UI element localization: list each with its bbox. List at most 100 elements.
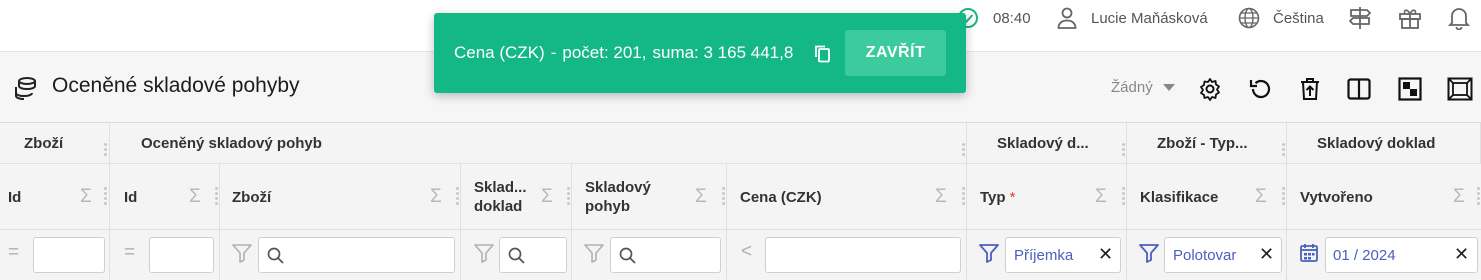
clock-time: 08:40 [993,9,1031,27]
column-resize-handle[interactable] [1282,187,1286,207]
settings-gear-icon[interactable] [1196,75,1224,103]
filter-input-id-zbozi[interactable] [33,237,105,273]
sum-icon[interactable]: Σ [1255,186,1267,208]
search-icon [508,247,525,269]
filter-cell-typ: Příjemka ✕ [967,230,1127,280]
group-header-skladovy-doklad-short: Skladový d... [967,123,1127,164]
filter-cell-klasifikace: Polotovar ✕ [1127,230,1287,280]
group-header-oceneny-pohyb: Oceněný skladový pohyb [110,123,967,164]
filter-cell-cena: < [727,230,967,280]
clear-filter-icon[interactable]: ✕ [1098,244,1113,265]
filter-funnel-icon[interactable] [474,243,494,269]
calendar-icon[interactable] [1300,243,1318,268]
bell-icon[interactable] [1448,0,1470,36]
filter-input-cena[interactable] [765,237,961,273]
filter-funnel-active-icon[interactable] [979,243,999,269]
group-resize-handle[interactable] [962,143,966,158]
filter-input-skladovy-pohyb[interactable] [610,237,721,273]
delete-icon[interactable] [1296,75,1324,103]
column-header-skladovy-doklad[interactable]: Sklad... doklad Σ [461,164,572,230]
sum-icon[interactable]: Σ [1095,186,1107,208]
signpost-icon[interactable] [1348,0,1372,36]
filter-input-zbozi[interactable] [258,237,455,273]
sum-icon[interactable]: Σ [80,186,92,208]
sum-icon[interactable]: Σ [430,186,442,208]
coins-icon [14,76,40,105]
filter-cell-vytvoreno: 01 / 2024 ✕ [1287,230,1481,280]
filter-value-klasifikace: Polotovar [1173,247,1237,264]
column-resize-handle[interactable] [104,187,108,207]
clear-filter-icon[interactable]: ✕ [1259,244,1274,265]
filter-value-typ: Příjemka [1014,247,1074,264]
caret-down-icon [1162,79,1175,96]
column-resize-handle[interactable] [456,187,460,207]
filter-input-klasifikace[interactable]: Polotovar ✕ [1164,237,1282,273]
gift-icon[interactable] [1398,0,1422,36]
sum-icon[interactable]: Σ [541,186,553,208]
filter-value-vytvoreno: 01 / 2024 [1333,247,1396,264]
toast-count: počet: 201, [562,43,647,62]
column-resize-handle[interactable] [1477,187,1481,207]
column-header-id-zbozi[interactable]: Id Σ [0,164,110,230]
column-header-id-pohyb[interactable]: Id Σ [110,164,220,230]
copy-icon[interactable] [814,44,831,68]
sum-toast: Cena (CZK) - počet: 201, suma: 3 165 441… [434,13,966,93]
user-name[interactable]: Lucie Maňásková [1091,0,1208,36]
globe-icon[interactable] [1238,0,1260,36]
toast-sum: suma: 3 165 441,8 [652,43,794,62]
filter-cell-id-zbozi: = [0,230,110,280]
refresh-icon[interactable] [1246,75,1274,103]
group-resize-handle[interactable] [104,143,108,158]
search-icon [267,247,284,269]
page-title: Oceněné skladové pohyby [52,74,300,97]
data-grid-header: Zboží Oceněný skladový pohyb Skladový d.… [0,122,1481,280]
filter-cell-skladovy-doklad [461,230,572,280]
column-resize-handle[interactable] [962,187,966,207]
view-select[interactable]: Žádný [1111,79,1175,96]
sum-icon[interactable]: Σ [1453,186,1465,208]
group-resize-handle[interactable] [1282,143,1286,158]
split-view-icon[interactable] [1345,75,1373,103]
column-header-skladovy-pohyb[interactable]: Skladový pohyb Σ [572,164,727,230]
column-resize-handle[interactable] [567,187,571,207]
filter-input-typ[interactable]: Příjemka ✕ [1005,237,1121,273]
sum-icon[interactable]: Σ [935,186,947,208]
column-resize-handle[interactable] [1122,187,1126,207]
filter-input-skladovy-doklad[interactable] [499,237,567,273]
view-select-value: Žádný [1111,79,1153,96]
filter-input-vytvoreno[interactable]: 01 / 2024 ✕ [1325,237,1478,273]
required-mark: * [1009,188,1016,206]
column-resize-handle[interactable] [722,187,726,207]
user-icon[interactable] [1057,0,1077,36]
column-header-klasifikace[interactable]: Klasifikace Σ [1127,164,1287,230]
filter-cell-id-pohyb: = [110,230,220,280]
filter-cell-zbozi [220,230,461,280]
search-icon [619,247,636,269]
toast-column-label: Cena (CZK) [454,43,545,62]
filter-input-id-pohyb[interactable] [149,237,214,273]
column-header-zbozi[interactable]: Zboží Σ [220,164,461,230]
group-header-zbozi-typ: Zboží - Typ... [1127,123,1287,164]
clear-filter-icon[interactable]: ✕ [1454,244,1469,265]
column-header-vytvoreno[interactable]: Vytvořeno Σ [1287,164,1481,230]
sum-icon[interactable]: Σ [695,186,707,208]
column-header-cena[interactable]: Cena (CZK) Σ [727,164,967,230]
filter-funnel-active-icon[interactable] [1139,243,1159,269]
layout-icon[interactable] [1396,75,1424,103]
group-header-skladovy-doklad: Skladový doklad [1287,123,1481,164]
less-than-operator-icon[interactable]: < [741,241,752,263]
toast-message: Cena (CZK) - počet: 201, suma: 3 165 441… [454,43,794,62]
group-resize-handle[interactable] [1122,143,1126,158]
filter-cell-skladovy-pohyb [572,230,727,280]
language-select[interactable]: Čeština [1273,0,1324,36]
column-header-typ[interactable]: Typ * Σ [967,164,1127,230]
group-header-zbozi: Zboží [0,123,110,164]
sum-icon[interactable]: Σ [189,186,201,208]
fullscreen-icon[interactable] [1446,75,1474,103]
filter-funnel-icon[interactable] [584,243,604,269]
close-toast-button[interactable]: ZAVŘÍT [845,30,946,76]
equals-operator-icon[interactable]: = [124,242,135,264]
filter-funnel-icon[interactable] [232,243,252,269]
column-resize-handle[interactable] [215,187,219,207]
equals-operator-icon[interactable]: = [8,242,19,264]
